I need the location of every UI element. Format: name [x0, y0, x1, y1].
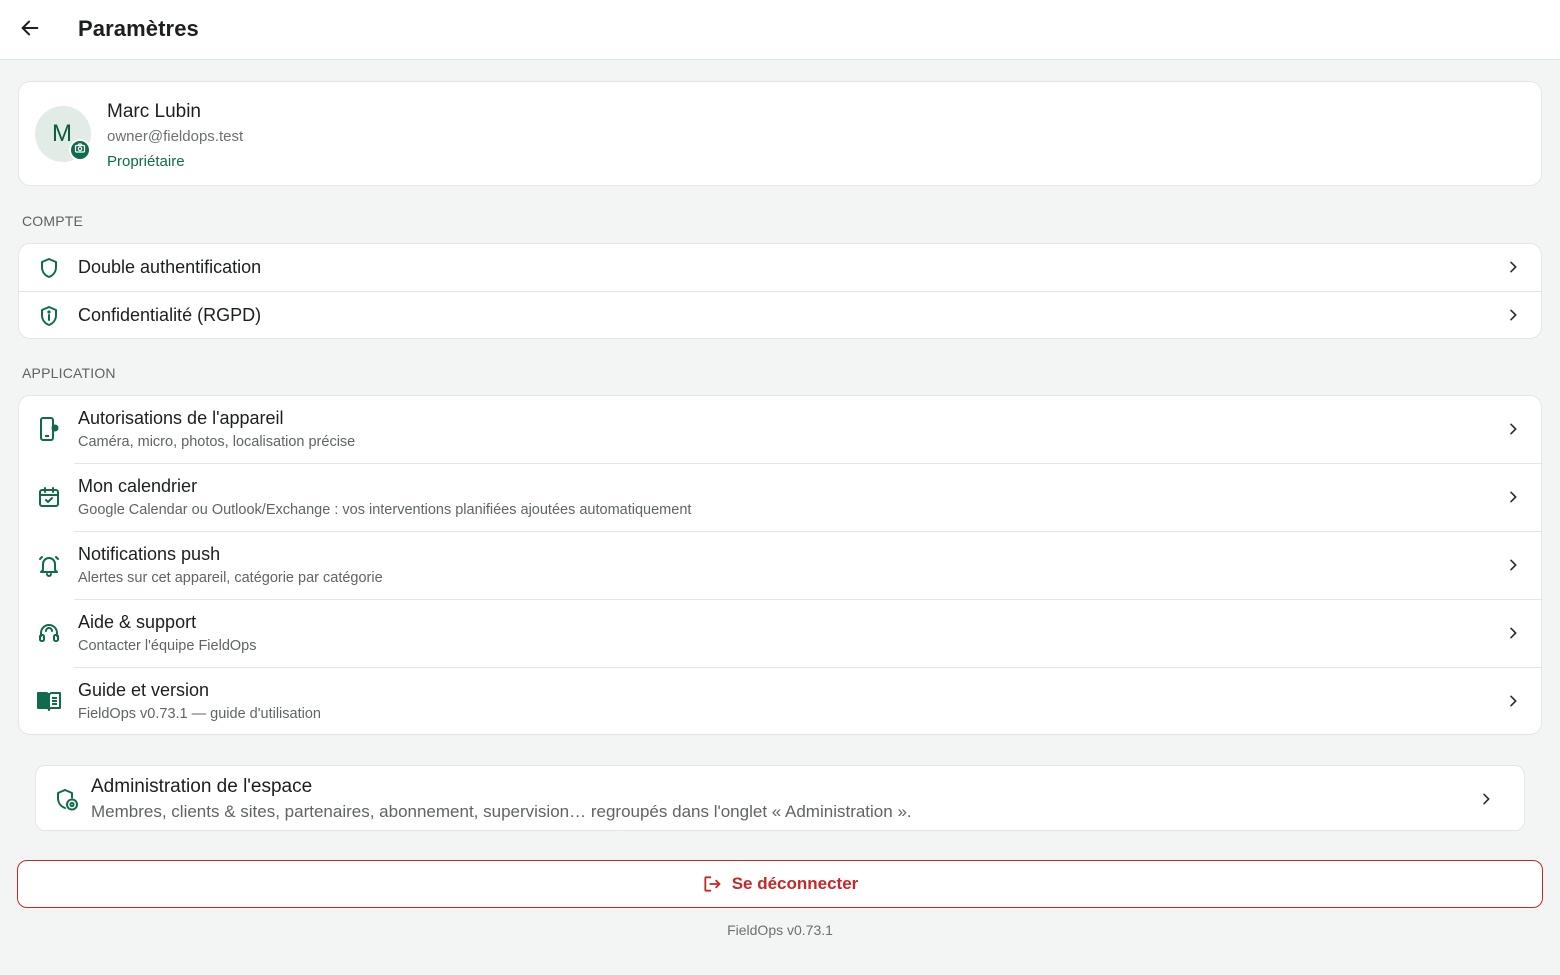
settings-item-label: Confidentialité (RGPD) [78, 305, 262, 325]
chevron-right-icon [1503, 257, 1523, 277]
calendar-check-icon [35, 483, 63, 511]
settings-item-privacy[interactable]: Confidentialité (RGPD) [19, 292, 1541, 339]
settings-item-description: Contacter l'équipe FieldOps [78, 638, 257, 654]
change-photo-button[interactable] [69, 139, 91, 161]
headset-icon [35, 619, 63, 647]
logout-button[interactable]: Se déconnecter [17, 860, 1543, 908]
logout-label: Se déconnecter [731, 874, 859, 893]
chevron-right-icon [1476, 789, 1496, 809]
settings-item-label: Notifications push [78, 544, 221, 564]
camera-icon [74, 141, 86, 159]
workspace-admin-card[interactable]: Administration de l'espace Membres, clie… [35, 765, 1525, 831]
settings-item-label: Guide et version [78, 680, 210, 700]
page-title: Paramètres [78, 16, 199, 41]
admin-card-title: Administration de l'espace [91, 776, 313, 797]
phone-settings-icon [35, 415, 63, 443]
profile-role: Propriétaire [107, 153, 185, 170]
settings-item-push-notifications[interactable]: Notifications push Alertes sur cet appar… [19, 532, 1541, 599]
settings-item-help-support[interactable]: Aide & support Contacter l'équipe FieldO… [19, 600, 1541, 667]
chevron-right-icon [1503, 487, 1523, 507]
settings-item-two-factor[interactable]: Double authentification [19, 244, 1541, 291]
settings-item-label: Mon calendrier [78, 476, 198, 496]
settings-item-label: Double authentification [78, 257, 262, 277]
shield-icon [35, 254, 63, 282]
settings-item-label: Aide & support [78, 612, 197, 632]
account-settings-card: Double authentification Confidentialité … [18, 243, 1542, 339]
chevron-right-icon [1503, 419, 1523, 439]
settings-item-description: Caméra, micro, photos, localisation préc… [78, 434, 356, 450]
settings-item-description: FieldOps v0.73.1 — guide d'utilisation [78, 706, 321, 722]
shield-info-icon [35, 302, 63, 330]
profile-card[interactable]: M Marc Lubin owner@fieldops.test Proprié… [18, 81, 1542, 186]
settings-item-description: Google Calendar ou Outlook/Exchange : vo… [78, 502, 692, 518]
settings-item-guide-version[interactable]: Guide et version FieldOps v0.73.1 — guid… [19, 668, 1541, 735]
bell-ring-icon [35, 551, 63, 579]
section-label-application: APPLICATION [22, 365, 116, 381]
section-label-account: COMPTE [22, 213, 84, 229]
chevron-right-icon [1503, 691, 1523, 711]
app-version: FieldOps v0.73.1 [727, 922, 833, 938]
settings-item-calendar[interactable]: Mon calendrier Google Calendar ou Outloo… [19, 464, 1541, 531]
settings-item-label: Autorisations de l'appareil [78, 408, 284, 428]
chevron-right-icon [1503, 305, 1523, 325]
profile-email: owner@fieldops.test [107, 128, 244, 145]
settings-item-description: Alertes sur cet appareil, catégorie par … [78, 570, 383, 586]
application-settings-card: Autorisations de l'appareil Caméra, micr… [18, 395, 1542, 735]
settings-item-device-permissions[interactable]: Autorisations de l'appareil Caméra, micr… [19, 396, 1541, 463]
profile-name: Marc Lubin [107, 101, 201, 122]
chevron-right-icon [1503, 555, 1523, 575]
admin-card-description: Membres, clients & sites, partenaires, a… [91, 802, 912, 821]
arrow-left-icon [19, 17, 41, 44]
chevron-right-icon [1503, 623, 1523, 643]
shield-gear-icon [53, 786, 81, 814]
top-app-bar: Paramètres [0, 0, 1560, 60]
avatar-initial: M [52, 119, 72, 147]
book-open-icon [35, 687, 63, 715]
logout-icon [702, 874, 722, 894]
back-button[interactable] [14, 14, 46, 46]
